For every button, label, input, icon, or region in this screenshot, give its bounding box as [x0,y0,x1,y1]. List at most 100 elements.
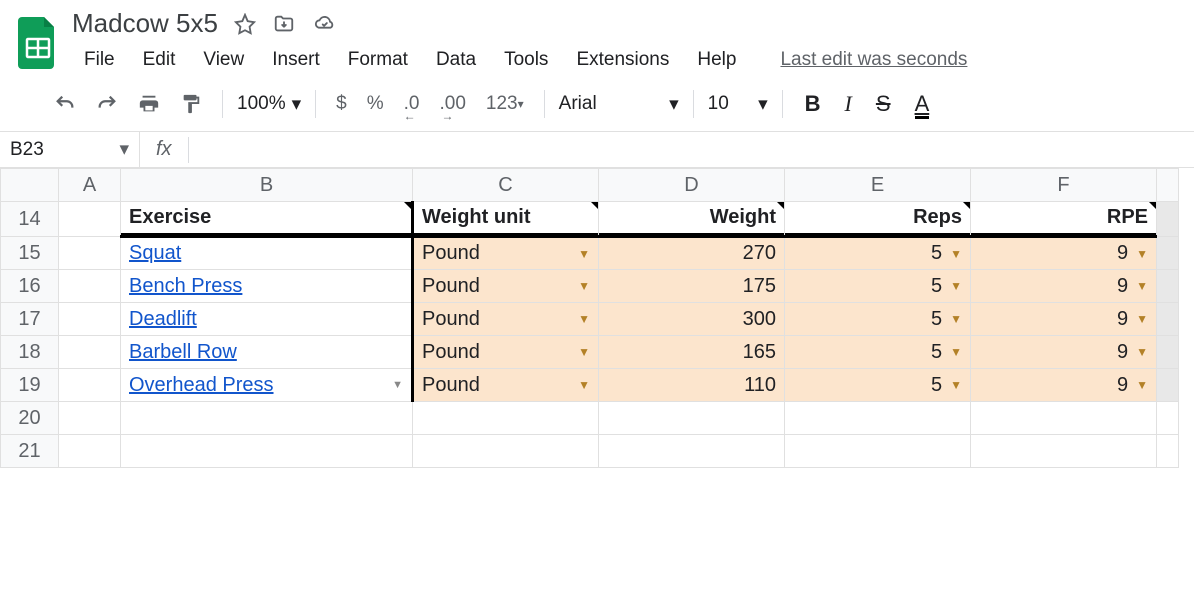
cell-rpe-dropdown[interactable]: 9▼ [971,270,1157,303]
exercise-link[interactable]: Deadlift [129,308,197,331]
cell-reps-dropdown[interactable]: 5▼ [785,303,971,336]
formula-input[interactable] [188,137,1194,163]
cell-unit-dropdown[interactable]: Pound▼ [413,237,599,270]
cell[interactable] [413,402,599,435]
cell-unit-dropdown[interactable]: Pound▼ [413,303,599,336]
cell[interactable] [1157,369,1179,402]
cell[interactable] [59,270,121,303]
format-currency[interactable]: $ [330,89,353,119]
cell-weight[interactable]: 300 [599,303,785,336]
cell-weight[interactable]: 165 [599,336,785,369]
last-edit-link[interactable]: Last edit was seconds [780,49,967,71]
menu-view[interactable]: View [191,43,256,77]
cell[interactable]: RPE [971,202,1157,237]
col-header-B[interactable]: B [121,169,413,202]
cell[interactable] [785,435,971,468]
cell[interactable] [59,202,121,237]
sheets-logo-icon[interactable] [16,14,60,72]
zoom-select[interactable]: 100% ▾ [237,93,301,116]
col-header-C[interactable]: C [413,169,599,202]
italic-button[interactable]: I [837,87,860,121]
cell-reps-dropdown[interactable]: 5▼ [785,237,971,270]
cell[interactable] [121,435,413,468]
cell-reps-dropdown[interactable]: 5▼ [785,336,971,369]
font-size-select[interactable]: 10 ▾ [708,93,768,116]
cell-rpe-dropdown[interactable]: 9▼ [971,237,1157,270]
decrease-decimal[interactable]: .0 ← [398,89,426,119]
row-header[interactable]: 20 [1,402,59,435]
col-header-E[interactable]: E [785,169,971,202]
cell[interactable] [971,402,1157,435]
row-header[interactable]: 21 [1,435,59,468]
cell[interactable] [413,435,599,468]
undo-icon[interactable] [48,89,82,119]
cell-exercise[interactable]: Barbell Row [121,336,413,369]
cell[interactable] [1157,202,1179,237]
bold-button[interactable]: B [797,87,829,121]
menu-format[interactable]: Format [336,43,420,77]
cell[interactable] [59,336,121,369]
cell[interactable] [59,402,121,435]
row-header[interactable]: 14 [1,202,59,237]
exercise-link[interactable]: Overhead Press [129,374,274,397]
strikethrough-button[interactable]: S [868,87,899,121]
cell[interactable] [599,402,785,435]
cell-weight[interactable]: 110 [599,369,785,402]
star-icon[interactable] [234,13,256,35]
cell-exercise[interactable]: Squat [121,237,413,270]
cell-unit-dropdown[interactable]: Pound▼ [413,369,599,402]
cell-rpe-dropdown[interactable]: 9▼ [971,303,1157,336]
cell[interactable] [785,402,971,435]
cell[interactable] [1157,336,1179,369]
cell[interactable] [59,303,121,336]
row-header[interactable]: 17 [1,303,59,336]
cell[interactable] [1157,237,1179,270]
col-header-G[interactable] [1157,169,1179,202]
cell[interactable] [1157,270,1179,303]
select-all-corner[interactable] [1,169,59,202]
name-box[interactable]: B23 ▾ [0,132,140,167]
cell-reps-dropdown[interactable]: 5▼ [785,270,971,303]
text-color-button[interactable]: A [907,87,938,121]
cell-exercise[interactable]: Bench Press [121,270,413,303]
menu-insert[interactable]: Insert [260,43,332,77]
cell[interactable]: Weight [599,202,785,237]
cell-rpe-dropdown[interactable]: 9▼ [971,336,1157,369]
cell[interactable] [1157,303,1179,336]
doc-title[interactable]: Madcow 5x5 [72,8,218,39]
cell-unit-dropdown[interactable]: Pound▼ [413,270,599,303]
cell-exercise[interactable]: Deadlift [121,303,413,336]
cell[interactable] [59,237,121,270]
exercise-link[interactable]: Bench Press [129,275,242,298]
cell[interactable] [59,369,121,402]
menu-extensions[interactable]: Extensions [564,43,681,77]
format-percent[interactable]: % [361,89,390,119]
row-header[interactable]: 18 [1,336,59,369]
col-header-F[interactable]: F [971,169,1157,202]
row-header[interactable]: 16 [1,270,59,303]
cloud-status-icon[interactable] [312,13,338,35]
cell[interactable]: Reps [785,202,971,237]
menu-data[interactable]: Data [424,43,488,77]
move-folder-icon[interactable] [272,13,296,35]
col-header-A[interactable]: A [59,169,121,202]
cell-exercise[interactable]: Overhead Press▼ [121,369,413,402]
cell-weight[interactable]: 175 [599,270,785,303]
increase-decimal[interactable]: .00 → [434,89,472,119]
cell[interactable]: Exercise [121,202,413,237]
cell[interactable] [971,435,1157,468]
paint-format-icon[interactable] [174,89,208,119]
menu-tools[interactable]: Tools [492,43,560,77]
cell[interactable] [59,435,121,468]
row-header[interactable]: 15 [1,237,59,270]
col-header-D[interactable]: D [599,169,785,202]
cell[interactable] [1157,402,1179,435]
cell-weight[interactable]: 270 [599,237,785,270]
redo-icon[interactable] [90,89,124,119]
cell[interactable] [1157,435,1179,468]
menu-file[interactable]: File [72,43,127,77]
menu-edit[interactable]: Edit [131,43,188,77]
cell[interactable]: Weight unit [413,202,599,237]
print-icon[interactable] [132,89,166,119]
menu-help[interactable]: Help [685,43,748,77]
